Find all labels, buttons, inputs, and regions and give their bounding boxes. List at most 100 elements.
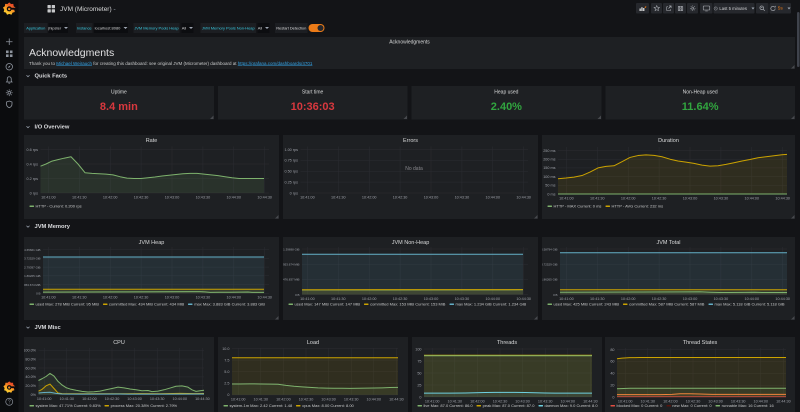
- svg-text:10:42:30: 10:42:30: [652, 297, 667, 301]
- svg-text:10:44:00: 10:44:00: [485, 196, 500, 200]
- svg-text:10:42:30: 10:42:30: [134, 296, 149, 300]
- svg-text:10:41:00: 10:41:00: [37, 397, 52, 401]
- svg-text:1.39698 GiB: 1.39698 GiB: [283, 247, 299, 251]
- svg-text:80: 80: [610, 348, 614, 352]
- svg-text:75: 75: [417, 359, 421, 363]
- svg-text:10:42:30: 10:42:30: [134, 196, 149, 200]
- svg-text:0 ms: 0 ms: [547, 192, 555, 196]
- svg-text:50: 50: [417, 371, 421, 375]
- svg-text:0.6 rps: 0.6 rps: [27, 148, 39, 152]
- svg-text:3.72529 GiB: 3.72529 GiB: [24, 257, 40, 261]
- svg-text:20: 20: [610, 383, 614, 387]
- svg-text:0 B: 0 B: [295, 293, 299, 297]
- svg-text:60: 60: [610, 360, 614, 364]
- svg-text:10:41:00: 10:41:00: [300, 297, 315, 301]
- svg-text:0 rps: 0 rps: [290, 191, 298, 195]
- svg-text:953.674 MiB: 953.674 MiB: [24, 283, 41, 287]
- svg-text:20.0%: 20.0%: [25, 384, 36, 388]
- svg-text:10:42:00: 10:42:00: [82, 397, 97, 401]
- svg-text:10:43:30: 10:43:30: [455, 196, 470, 200]
- svg-text:2.5: 2.5: [224, 382, 229, 386]
- svg-text:10:43:00: 10:43:00: [683, 297, 698, 301]
- svg-text:10:43:00: 10:43:00: [321, 397, 336, 401]
- svg-text:2.79397 GiB: 2.79397 GiB: [24, 265, 40, 269]
- svg-text:10:42:00: 10:42:00: [621, 297, 636, 301]
- svg-text:10:42:00: 10:42:00: [621, 197, 636, 201]
- svg-text:1.86265 GiB: 1.86265 GiB: [542, 278, 558, 282]
- svg-text:10:42:00: 10:42:00: [103, 296, 118, 300]
- svg-text:10:43:00: 10:43:00: [165, 196, 180, 200]
- svg-text:3.72529 GiB: 3.72529 GiB: [542, 262, 558, 266]
- svg-text:10:44:00: 10:44:00: [172, 397, 187, 401]
- svg-text:10:44:30: 10:44:30: [257, 296, 272, 300]
- svg-text:100.0%: 100.0%: [24, 348, 37, 352]
- svg-text:10:44:30: 10:44:30: [389, 397, 404, 401]
- svg-text:1.86265 GiB: 1.86265 GiB: [24, 274, 40, 278]
- svg-text:0: 0: [612, 395, 614, 399]
- svg-text:10:44:30: 10:44:30: [516, 196, 531, 200]
- svg-text:?: ?: [8, 400, 11, 406]
- svg-text:10:41:30: 10:41:30: [590, 297, 605, 301]
- svg-text:10:41:00: 10:41:00: [300, 196, 315, 200]
- svg-text:10:41:00: 10:41:00: [559, 297, 574, 301]
- svg-text:10:41:30: 10:41:30: [72, 296, 87, 300]
- svg-text:10:42:00: 10:42:00: [276, 397, 291, 401]
- svg-text:10:42:30: 10:42:30: [393, 196, 408, 200]
- svg-text:40: 40: [610, 372, 614, 376]
- svg-text:10:43:30: 10:43:30: [196, 296, 211, 300]
- svg-text:10:43:30: 10:43:30: [344, 397, 359, 401]
- svg-text:250 ms: 250 ms: [543, 149, 555, 153]
- svg-text:10:44:30: 10:44:30: [775, 297, 790, 301]
- svg-text:10.0: 10.0: [222, 347, 229, 351]
- svg-text:0.25 rps: 0.25 rps: [284, 180, 298, 184]
- svg-text:10:42:30: 10:42:30: [105, 397, 120, 401]
- svg-text:10:43:00: 10:43:00: [424, 196, 439, 200]
- svg-text:10:43:30: 10:43:30: [150, 397, 165, 401]
- svg-text:60.0%: 60.0%: [25, 366, 36, 370]
- svg-text:10:42:00: 10:42:00: [362, 196, 377, 200]
- svg-text:10:42:30: 10:42:30: [393, 297, 408, 301]
- svg-text:7.5: 7.5: [224, 358, 229, 362]
- svg-text:10:42:00: 10:42:00: [362, 297, 377, 301]
- svg-text:10:41:30: 10:41:30: [590, 197, 605, 201]
- svg-text:100 ms: 100 ms: [543, 175, 555, 179]
- svg-text:10:44:00: 10:44:00: [226, 296, 241, 300]
- svg-text:10:43:00: 10:43:00: [127, 397, 142, 401]
- svg-text:10:41:30: 10:41:30: [59, 397, 74, 401]
- svg-text:10:43:30: 10:43:30: [196, 196, 211, 200]
- svg-text:10:41:00: 10:41:00: [41, 196, 56, 200]
- svg-text:4.65661 GiB: 4.65661 GiB: [24, 248, 40, 252]
- svg-text:80.0%: 80.0%: [25, 357, 36, 361]
- svg-text:10:44:30: 10:44:30: [516, 297, 531, 301]
- svg-text:10:42:30: 10:42:30: [652, 197, 667, 201]
- svg-text:0: 0: [419, 395, 421, 399]
- svg-text:100: 100: [415, 347, 421, 351]
- svg-text:10:41:30: 10:41:30: [253, 397, 268, 401]
- svg-text:0.2 rps: 0.2 rps: [27, 177, 39, 181]
- svg-text:10:42:30: 10:42:30: [299, 397, 314, 401]
- svg-text:200 ms: 200 ms: [543, 157, 555, 161]
- svg-text:10:43:30: 10:43:30: [455, 297, 470, 301]
- svg-text:0.4 rps: 0.4 rps: [27, 162, 39, 166]
- svg-text:953.674 MiB: 953.674 MiB: [283, 262, 300, 266]
- svg-text:10:41:00: 10:41:00: [559, 197, 574, 201]
- svg-text:10:44:30: 10:44:30: [775, 197, 790, 201]
- svg-text:10:41:30: 10:41:30: [331, 297, 346, 301]
- svg-text:0.75 rps: 0.75 rps: [284, 159, 298, 163]
- svg-text:0 B: 0 B: [553, 293, 557, 297]
- svg-text:40.0%: 40.0%: [25, 375, 36, 379]
- svg-text:0 rps: 0 rps: [30, 191, 38, 195]
- svg-text:1.00 rps: 1.00 rps: [284, 148, 298, 152]
- svg-text:0 B: 0 B: [36, 291, 40, 295]
- svg-text:50 ms: 50 ms: [545, 184, 555, 188]
- svg-text:10:44:00: 10:44:00: [366, 397, 381, 401]
- svg-text:10:44:00: 10:44:00: [744, 297, 759, 301]
- svg-text:10:41:00: 10:41:00: [231, 397, 246, 401]
- svg-text:476.837 MiB: 476.837 MiB: [283, 278, 300, 282]
- svg-text:10:41:30: 10:41:30: [72, 196, 87, 200]
- svg-text:10:44:30: 10:44:30: [257, 196, 272, 200]
- svg-text:10:43:30: 10:43:30: [714, 197, 729, 201]
- svg-text:10:43:00: 10:43:00: [165, 296, 180, 300]
- svg-text:10:44:00: 10:44:00: [226, 196, 241, 200]
- svg-text:10:44:00: 10:44:00: [485, 297, 500, 301]
